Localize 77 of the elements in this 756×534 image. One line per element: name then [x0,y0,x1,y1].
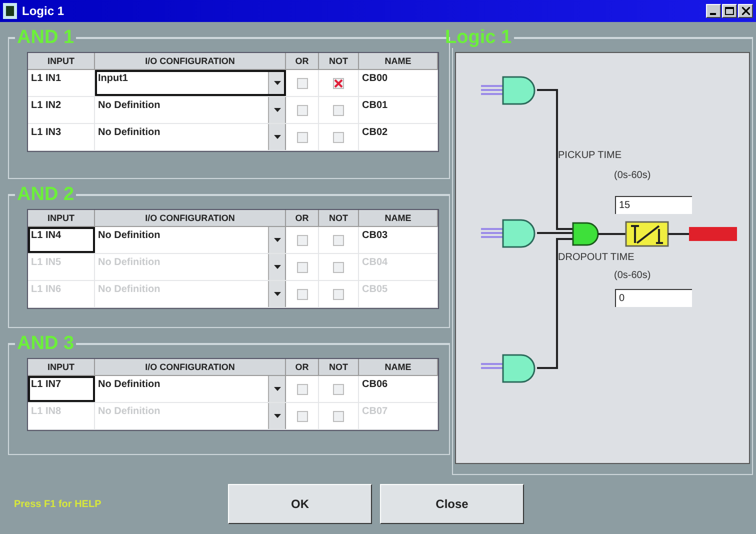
timer-block-icon [625,221,669,247]
checkbox[interactable] [296,78,308,88]
column-header: NAME [359,53,438,70]
checkbox[interactable] [333,384,344,394]
caret-icon [274,387,280,391]
and-gate-icon [481,219,536,248]
caret-icon [274,414,280,418]
column-header: OR [286,359,319,376]
checkbox[interactable] [333,234,344,246]
column-header: I/O CONFIGURATION [95,210,286,227]
column-header: OR [286,210,319,227]
column-header: I/O CONFIGURATION [95,53,286,70]
close-button[interactable] [738,4,753,18]
caret-icon [274,108,280,112]
checkbox[interactable] [296,132,308,142]
column-header: INPUT [28,53,95,70]
config-dropdown[interactable]: No Definition [95,124,286,150]
wire [537,232,573,234]
close-dialog-button[interactable]: Close [380,484,524,524]
checkbox[interactable] [333,104,344,116]
caret-icon [274,238,280,242]
and-gate-icon [481,354,536,383]
window-title: Logic 1 [22,4,66,18]
group-title: AND 3 [16,334,76,354]
input-cell: L1 IN7 [28,376,95,402]
checkbox[interactable] [333,132,344,142]
checkbox[interactable] [296,384,308,394]
or-gate-icon [572,222,599,246]
name-cell: CB03 [359,227,438,253]
minimize-button[interactable] [706,4,721,18]
caret-icon [274,135,280,139]
ok-button[interactable]: OK [228,484,372,524]
output-block-icon [689,227,737,241]
input-cell: L1 IN1 [28,70,95,96]
input-cell: L1 IN4 [28,227,95,253]
app-icon [3,3,17,19]
help-hint: Press F1 for HELP [14,498,102,510]
checkbox[interactable] [296,234,308,246]
range-label: (0s-60s) [614,270,651,281]
column-header: NOT [319,210,359,227]
maximize-button[interactable] [722,4,737,18]
name-cell: CB06 [359,376,438,402]
config-dropdown[interactable]: No Definition [95,376,286,402]
name-cell: CB02 [359,124,438,150]
column-header: NOT [319,359,359,376]
input-cell: L1 IN3 [28,124,95,150]
name-cell: CB01 [359,97,438,123]
column-header: OR [286,53,319,70]
column-header: NAME [359,359,438,376]
config-dropdown[interactable]: No Definition [95,97,286,123]
wire [598,233,626,235]
range-label: (0s-60s) [614,170,651,181]
pickup-label: PICKUP TIME [558,150,622,161]
column-header: NOT [319,53,359,70]
maximize-icon [725,7,734,15]
pickup-field[interactable]: 15 [615,196,692,214]
column-header: I/O CONFIGURATION [95,359,286,376]
config-dropdown[interactable]: Input1 [95,70,286,96]
config-dropdown[interactable]: No Definition [95,227,286,253]
group-title: AND 1 [16,28,76,48]
and-gate-icon [481,76,536,105]
caret-icon [274,81,280,85]
column-header: NAME [359,210,438,227]
dropout-label: DROPOUT TIME [558,252,634,263]
caret-icon [274,292,280,296]
checkbox[interactable] [296,104,308,116]
column-header: INPUT [28,210,95,227]
input-cell: L1 IN2 [28,97,95,123]
caret-icon [274,265,280,269]
group-title: AND 2 [16,185,76,205]
group-title: Logic 1 [444,28,513,48]
wire [668,233,689,235]
name-cell: CB00 [359,70,438,96]
dropout-field[interactable]: 0 [615,289,692,307]
column-header: INPUT [28,359,95,376]
close-icon [742,7,750,15]
checkbox[interactable] [333,78,344,88]
